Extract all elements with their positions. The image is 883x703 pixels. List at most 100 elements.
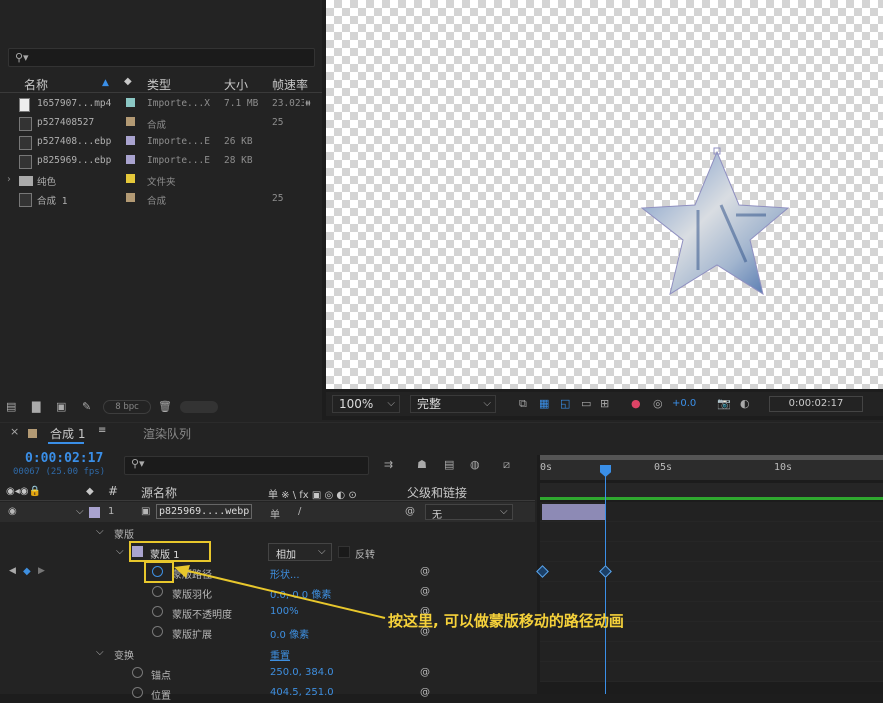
viewer-timecode[interactable]: 0:00:02:17 [769,396,863,412]
transform-property-row[interactable]: 位置 404.5, 251.0 @ [0,683,535,703]
comp-mini-flowchart-icon[interactable]: ⇉ [384,458,393,471]
tab-menu-icon[interactable]: ≡ [98,425,106,436]
next-keyframe-icon[interactable]: ▶ [38,566,45,576]
col-type[interactable]: 类型 [147,76,171,93]
tab-render-queue[interactable]: 渲染队列 [143,425,191,442]
chevron-right-icon[interactable]: › [6,174,12,185]
reset-link[interactable]: 重置 [270,647,290,662]
project-item[interactable]: 1657907...mp4 Importe...X 7.1 MB 23.023 ⧻ [0,95,322,114]
add-keyframe-icon[interactable]: ◆ [23,566,31,577]
av-switches-icon[interactable]: ◉◂◉🔒 [6,486,41,497]
invert-checkbox[interactable] [338,546,350,558]
label-swatch[interactable] [126,136,135,145]
resolution-select[interactable]: 完整 ⌵ [410,395,496,413]
project-item[interactable]: p825969...ebp Importe...E 28 KB [0,152,322,171]
frame-count: 00067 (25.00 fps) [13,467,106,477]
col-source-name[interactable]: 源名称 [141,484,177,501]
project-item[interactable]: p527408527 合成 25 [0,114,322,133]
bpc-button[interactable]: 8 bpc [103,400,151,414]
pickwhip-icon[interactable]: @ [405,506,415,517]
new-composition-icon[interactable]: ▣ [56,400,66,413]
star-mask-layer[interactable] [326,0,883,389]
quality-switch-icon[interactable]: / [298,506,301,517]
prev-keyframe-icon[interactable]: ◀ [9,566,16,576]
new-folder-icon[interactable]: ▇ [32,400,40,413]
graph-editor-icon[interactable]: ⧄ [503,458,510,472]
masks-group-row[interactable]: ⌵ 蒙版 [0,522,535,542]
close-icon[interactable]: × [10,425,19,438]
col-parent[interactable]: 父级和链接 [407,484,467,501]
transform-row[interactable]: ⌵ 变换 重置 [0,643,535,663]
layer-search-input[interactable]: ⚲▾ [124,456,369,475]
chevron-down-icon[interactable]: ⌵ [76,506,84,517]
label-swatch[interactable] [126,117,135,126]
label-swatch[interactable] [126,98,135,107]
trash-icon[interactable]: 🗑 [158,400,172,413]
stopwatch-icon[interactable] [152,586,163,597]
current-time[interactable]: 0:00:02:17 [25,451,103,466]
time-ruler[interactable]: 0s 05s 10s [540,460,883,480]
layer-row[interactable]: ◉ ⌵ 1 ▣ p825969....webp 单 / @ 无 ⌵ [0,502,535,522]
flowchart-icon[interactable]: ⧻ [305,98,311,109]
star-mask-path[interactable] [640,150,790,296]
chevron-down-icon[interactable]: ⌵ [116,546,124,557]
composition-viewer[interactable] [326,0,883,389]
color-management-icon[interactable]: ◎ [653,397,663,410]
chevron-down-icon[interactable]: ⌵ [96,526,104,537]
project-item[interactable]: 合成 1 合成 25 [0,190,322,209]
transparency-grid-icon[interactable]: ▦ [539,397,549,410]
project-item[interactable]: p527408...ebp Importe...E 26 KB [0,133,322,152]
hide-shy-icon[interactable]: ▤ [444,458,454,471]
expression-pickwhip-icon[interactable]: @ [420,566,430,577]
thumbnail-slider[interactable] [180,401,218,413]
camera-snapshot-icon[interactable]: 📷 [717,397,731,410]
show-snapshot-icon[interactable]: ◐ [740,397,750,410]
label-swatch[interactable] [126,155,135,164]
project-search-input[interactable]: ⚲▾ [8,48,315,67]
transform-property-row[interactable]: 锚点 250.0, 384.0 @ [0,663,535,683]
render-icon[interactable]: ✎ [82,400,91,413]
project-item[interactable]: › 纯色 文件夹 [0,171,322,190]
property-value[interactable]: 404.5, 251.0 [270,687,334,698]
region-of-interest-icon[interactable]: ▭ [581,397,591,410]
layer-switches-icon[interactable]: 单 ※ \ fx ▣ ◎ ◐ ⊙ [268,486,357,501]
expression-pickwhip-icon[interactable]: @ [420,586,430,597]
item-size: 26 KB [224,136,253,147]
shy-switch-icon[interactable]: 单 [270,506,280,521]
col-fps[interactable]: 帧速率 [272,76,308,93]
stopwatch-icon[interactable] [152,626,163,637]
playhead-line[interactable] [605,466,606,694]
grid-guides-icon[interactable]: ⊞ [600,397,609,410]
sort-asc-icon[interactable]: ▲ [102,78,109,88]
chevron-down-icon[interactable]: ⌵ [96,647,104,658]
label-swatch[interactable] [126,193,135,202]
layer-name[interactable]: p825969....webp [156,504,253,519]
col-size[interactable]: 大小 [224,76,248,93]
channel-icon[interactable]: ● [631,397,641,410]
eye-icon[interactable]: ◉ [8,506,17,517]
stopwatch-icon[interactable] [152,606,163,617]
exposure-value[interactable]: +0.0 [672,398,696,409]
label-swatch[interactable] [126,174,135,183]
track-row [540,562,883,582]
tab-composition[interactable]: 合成 1 [50,425,85,442]
layer-label-swatch[interactable] [89,507,100,518]
fast-preview-icon[interactable]: ⧉ [519,397,527,411]
stopwatch-icon[interactable] [132,667,143,678]
mask-row[interactable]: ⌵ 蒙版 1 相加 ⌵ 反转 [0,542,535,562]
label-tag-icon[interactable]: ◆ [124,76,132,87]
layer-duration-bar[interactable] [542,504,606,520]
frame-blending-icon[interactable]: ◍ [470,458,480,471]
mask-visibility-icon[interactable]: ◱ [560,397,570,410]
stopwatch-icon[interactable] [132,687,143,698]
property-value[interactable]: 250.0, 384.0 [270,667,334,678]
col-index: # [108,484,119,498]
interpret-footage-icon[interactable]: ▤ [6,400,16,413]
zoom-select[interactable]: 100% ⌵ [332,395,400,413]
expression-pickwhip-icon[interactable]: @ [420,687,430,698]
expression-pickwhip-icon[interactable]: @ [420,667,430,678]
label-tag-icon[interactable]: ◆ [86,486,94,497]
col-name[interactable]: 名称 [24,76,48,93]
item-type: Importe...E [147,155,210,166]
draft-3d-icon[interactable]: ☗ [417,458,427,471]
